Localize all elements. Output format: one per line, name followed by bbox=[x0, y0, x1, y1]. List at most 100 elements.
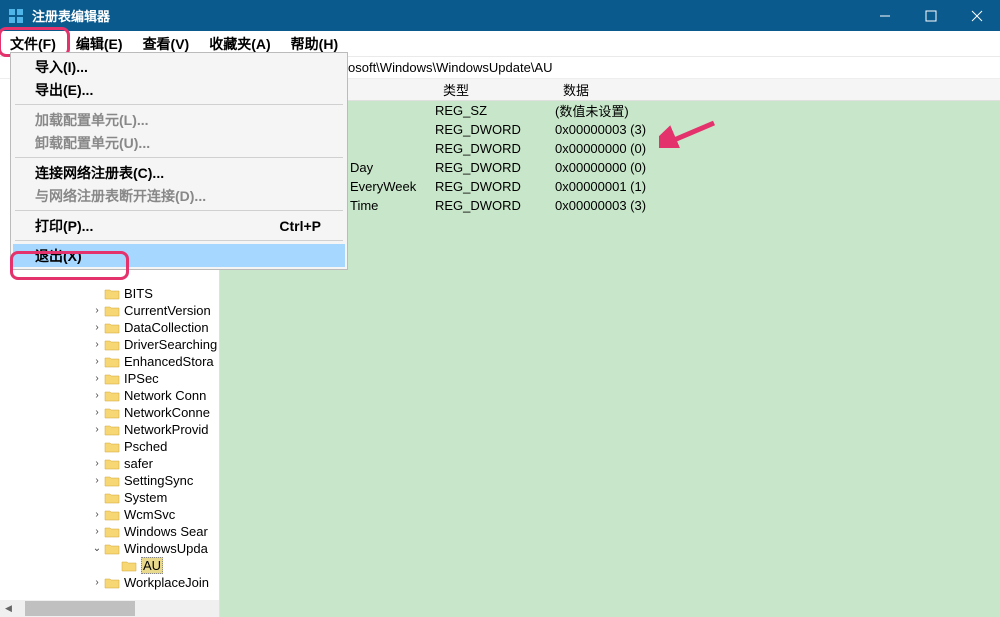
tree-item-label: EnhancedStora bbox=[124, 354, 214, 369]
tree-item-label: Network Conn bbox=[124, 388, 206, 403]
tree-item-label: WorkplaceJoin bbox=[124, 575, 209, 590]
tree-item-label: DriverSearching bbox=[124, 337, 217, 352]
value-cell-type: REG_DWORD bbox=[435, 160, 555, 175]
folder-icon bbox=[104, 576, 120, 590]
tree-item[interactable]: › Windows Sear bbox=[0, 523, 219, 540]
menu-separator bbox=[15, 157, 343, 158]
menu-print-shortcut: Ctrl+P bbox=[279, 218, 321, 234]
tree-item-label: WcmSvc bbox=[124, 507, 175, 522]
tree-item[interactable]: › NetworkConne bbox=[0, 404, 219, 421]
tree-item[interactable]: System bbox=[0, 489, 219, 506]
col-header-type[interactable]: 类型 bbox=[435, 79, 555, 100]
tree-item[interactable]: ⌄ WindowsUpda bbox=[0, 540, 219, 557]
tree-item-label: System bbox=[124, 490, 167, 505]
tree-item[interactable]: › WorkplaceJoin bbox=[0, 574, 219, 591]
close-button[interactable] bbox=[954, 0, 1000, 31]
value-cell-type: REG_DWORD bbox=[435, 179, 555, 194]
tree-expander-icon[interactable]: › bbox=[90, 322, 104, 333]
folder-icon bbox=[104, 508, 120, 522]
value-cell-type: REG_DWORD bbox=[435, 141, 555, 156]
value-cell-data: (数值未设置) bbox=[555, 101, 1000, 120]
folder-icon bbox=[104, 321, 120, 335]
value-cell-type: REG_DWORD bbox=[435, 198, 555, 213]
tree-item[interactable]: › Network Conn bbox=[0, 387, 219, 404]
folder-icon bbox=[104, 525, 120, 539]
folder-icon bbox=[104, 491, 120, 505]
tree-item[interactable]: AU bbox=[0, 557, 219, 574]
tree-item[interactable]: › DataCollection bbox=[0, 319, 219, 336]
menu-separator bbox=[15, 104, 343, 105]
tree-item[interactable]: › safer bbox=[0, 455, 219, 472]
tree-item[interactable]: Psched bbox=[0, 438, 219, 455]
tree-item[interactable]: › IPSec bbox=[0, 370, 219, 387]
tree-expander-icon[interactable]: › bbox=[90, 356, 104, 367]
folder-icon bbox=[104, 304, 120, 318]
tree-expander-icon[interactable]: › bbox=[90, 577, 104, 588]
tree-item[interactable]: › SettingSync bbox=[0, 472, 219, 489]
tree-item[interactable]: › CurrentVersion bbox=[0, 302, 219, 319]
tree-expander-icon[interactable]: › bbox=[90, 407, 104, 418]
folder-icon bbox=[121, 559, 137, 573]
scroll-left-icon[interactable]: ◀ bbox=[0, 600, 17, 617]
tree-item-label: NetworkConne bbox=[124, 405, 210, 420]
tree-item-label: NetworkProvid bbox=[124, 422, 209, 437]
tree-expander-icon[interactable]: › bbox=[90, 339, 104, 350]
annotation-exit-highlight bbox=[10, 251, 129, 280]
folder-icon bbox=[104, 338, 120, 352]
tree-expander-icon[interactable]: › bbox=[90, 373, 104, 384]
menu-print[interactable]: 打印(P)... Ctrl+P bbox=[13, 214, 345, 237]
tree-expander-icon[interactable]: › bbox=[90, 390, 104, 401]
menu-load-hive: 加载配置单元(L)... bbox=[13, 108, 345, 131]
menu-separator bbox=[15, 210, 343, 211]
maximize-button[interactable] bbox=[908, 0, 954, 31]
tree-item-label: BITS bbox=[124, 286, 153, 301]
tree-item-label: safer bbox=[124, 456, 153, 471]
value-cell-data: 0x00000000 (0) bbox=[555, 160, 1000, 175]
app-icon bbox=[8, 8, 24, 24]
tree-item-label: SettingSync bbox=[124, 473, 193, 488]
folder-icon bbox=[104, 406, 120, 420]
value-cell-data: 0x00000003 (3) bbox=[555, 198, 1000, 213]
tree-expander-icon[interactable]: › bbox=[90, 458, 104, 469]
folder-icon bbox=[104, 440, 120, 454]
tree-item-label: Psched bbox=[124, 439, 167, 454]
tree-expander-icon[interactable]: › bbox=[90, 475, 104, 486]
folder-icon bbox=[104, 457, 120, 471]
tree-item-label: DataCollection bbox=[124, 320, 209, 335]
menu-export[interactable]: 导出(E)... bbox=[13, 78, 345, 101]
tree-item[interactable]: › WcmSvc bbox=[0, 506, 219, 523]
folder-icon bbox=[104, 423, 120, 437]
folder-icon bbox=[104, 389, 120, 403]
menu-print-label: 打印(P)... bbox=[35, 216, 93, 236]
tree-item-label: IPSec bbox=[124, 371, 159, 386]
tree-expander-icon[interactable]: ⌄ bbox=[90, 543, 104, 554]
file-dropdown: 导入(I)... 导出(E)... 加载配置单元(L)... 卸载配置单元(U)… bbox=[10, 52, 348, 270]
minimize-button[interactable] bbox=[862, 0, 908, 31]
col-header-data[interactable]: 数据 bbox=[555, 79, 1000, 100]
folder-icon bbox=[104, 287, 120, 301]
value-cell-data: 0x00000003 (3) bbox=[555, 122, 1000, 137]
tree-expander-icon[interactable]: › bbox=[90, 424, 104, 435]
tree-expander-icon[interactable]: › bbox=[90, 509, 104, 520]
tree-item[interactable]: BITS bbox=[0, 285, 219, 302]
menu-separator bbox=[15, 240, 343, 241]
value-cell-data: 0x00000001 (1) bbox=[555, 179, 1000, 194]
tree-item-label: Windows Sear bbox=[124, 524, 208, 539]
tree-expander-icon[interactable]: › bbox=[90, 305, 104, 316]
menu-import[interactable]: 导入(I)... bbox=[13, 55, 345, 78]
menu-disconnect-network: 与网络注册表断开连接(D)... bbox=[13, 184, 345, 207]
tree-expander-icon[interactable]: › bbox=[90, 526, 104, 537]
tree-item[interactable]: › EnhancedStora bbox=[0, 353, 219, 370]
menu-connect-network[interactable]: 连接网络注册表(C)... bbox=[13, 161, 345, 184]
value-cell-data: 0x00000000 (0) bbox=[555, 141, 1000, 156]
tree-item-label: AU bbox=[143, 558, 161, 573]
scrollbar-thumb[interactable] bbox=[25, 601, 135, 616]
menu-unload-hive: 卸载配置单元(U)... bbox=[13, 131, 345, 154]
tree-item[interactable]: › DriverSearching bbox=[0, 336, 219, 353]
tree-item[interactable]: › NetworkProvid bbox=[0, 421, 219, 438]
tree-item-label: CurrentVersion bbox=[124, 303, 211, 318]
value-cell-type: REG_DWORD bbox=[435, 122, 555, 137]
value-cell-type: REG_SZ bbox=[435, 103, 555, 118]
tree-item-label: WindowsUpda bbox=[124, 541, 208, 556]
horizontal-scrollbar[interactable]: ◀ bbox=[0, 600, 219, 617]
